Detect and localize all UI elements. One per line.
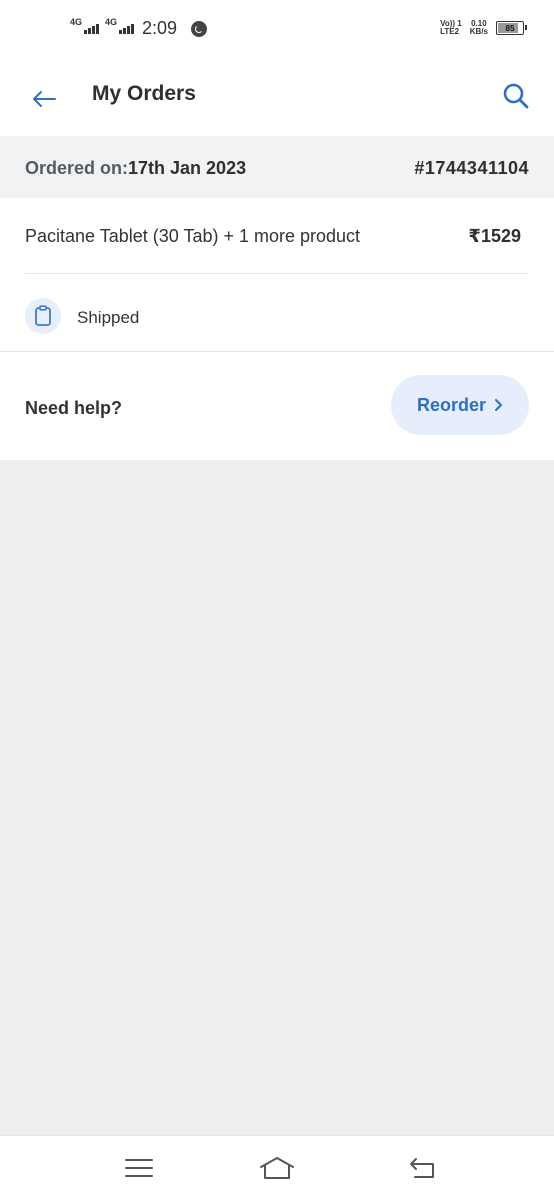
back-nav-button[interactable] [400, 1148, 444, 1188]
whatsapp-icon [191, 20, 208, 37]
app-bar: My Orders [0, 62, 554, 136]
reorder-button[interactable]: Reorder [391, 375, 529, 435]
ordered-on-date: 17th Jan 2023 [128, 158, 247, 178]
back-button[interactable] [24, 79, 64, 119]
need-help-link[interactable]: Need help? [25, 398, 122, 419]
signal-indicator-2: 4G [105, 17, 135, 34]
battery-level: 85 [505, 23, 515, 33]
status-right: Vo)) 1 LTE2 0.10 KB/s 85 [440, 20, 527, 36]
status-bar: 4G 4G 2:09 Vo)) 1 LTE2 0.10 KB/s 85 [0, 0, 554, 62]
arrow-left-icon [33, 91, 56, 107]
network-type-1: 4G [70, 16, 83, 27]
battery-icon: 85 [496, 21, 527, 35]
reorder-label: Reorder [416, 394, 487, 415]
order-status: Shipped [77, 308, 140, 327]
page-title: My Orders [92, 82, 196, 105]
ordered-on: Ordered on:17th Jan 2023 [25, 158, 246, 179]
back-icon [410, 1158, 434, 1178]
ordered-on-label: Ordered on: [25, 158, 129, 178]
order-card[interactable]: Ordered on:17th Jan 2023 #1744341104 Pac… [0, 136, 554, 460]
chevron-right-icon [495, 399, 503, 411]
menu-button[interactable] [117, 1148, 161, 1188]
network-speed: 0.10 KB/s [470, 20, 488, 36]
order-price: ₹1529 [468, 226, 521, 246]
clock: 2:09 [142, 18, 178, 38]
network-type-2: 4G [105, 16, 118, 27]
order-header: Ordered on:17th Jan 2023 #1744341104 [0, 136, 554, 198]
volte-indicator: Vo)) 1 LTE2 [440, 20, 462, 36]
help-row: Need help? Reorder [0, 352, 554, 460]
signal-icon [119, 23, 135, 34]
product-row[interactable]: Pacitane Tablet (30 Tab) + 1 more produc… [25, 198, 529, 274]
order-id: #1744341104 [414, 158, 529, 178]
system-nav-bar [0, 1135, 554, 1200]
status-left: 4G 4G 2:09 [70, 17, 208, 39]
status-row: Shipped [0, 273, 554, 352]
volte-line-2: LTE2 [440, 27, 460, 36]
home-button[interactable] [255, 1148, 299, 1188]
search-button[interactable] [496, 76, 536, 116]
clipboard-icon [25, 298, 61, 334]
signal-indicator-1: 4G [70, 17, 100, 34]
menu-icon [125, 1159, 153, 1177]
product-summary: Pacitane Tablet (30 Tab) + 1 more produc… [25, 226, 361, 246]
speed-unit: KB/s [469, 27, 488, 36]
home-icon [260, 1157, 294, 1179]
signal-icon [84, 23, 100, 34]
search-icon [503, 83, 529, 109]
